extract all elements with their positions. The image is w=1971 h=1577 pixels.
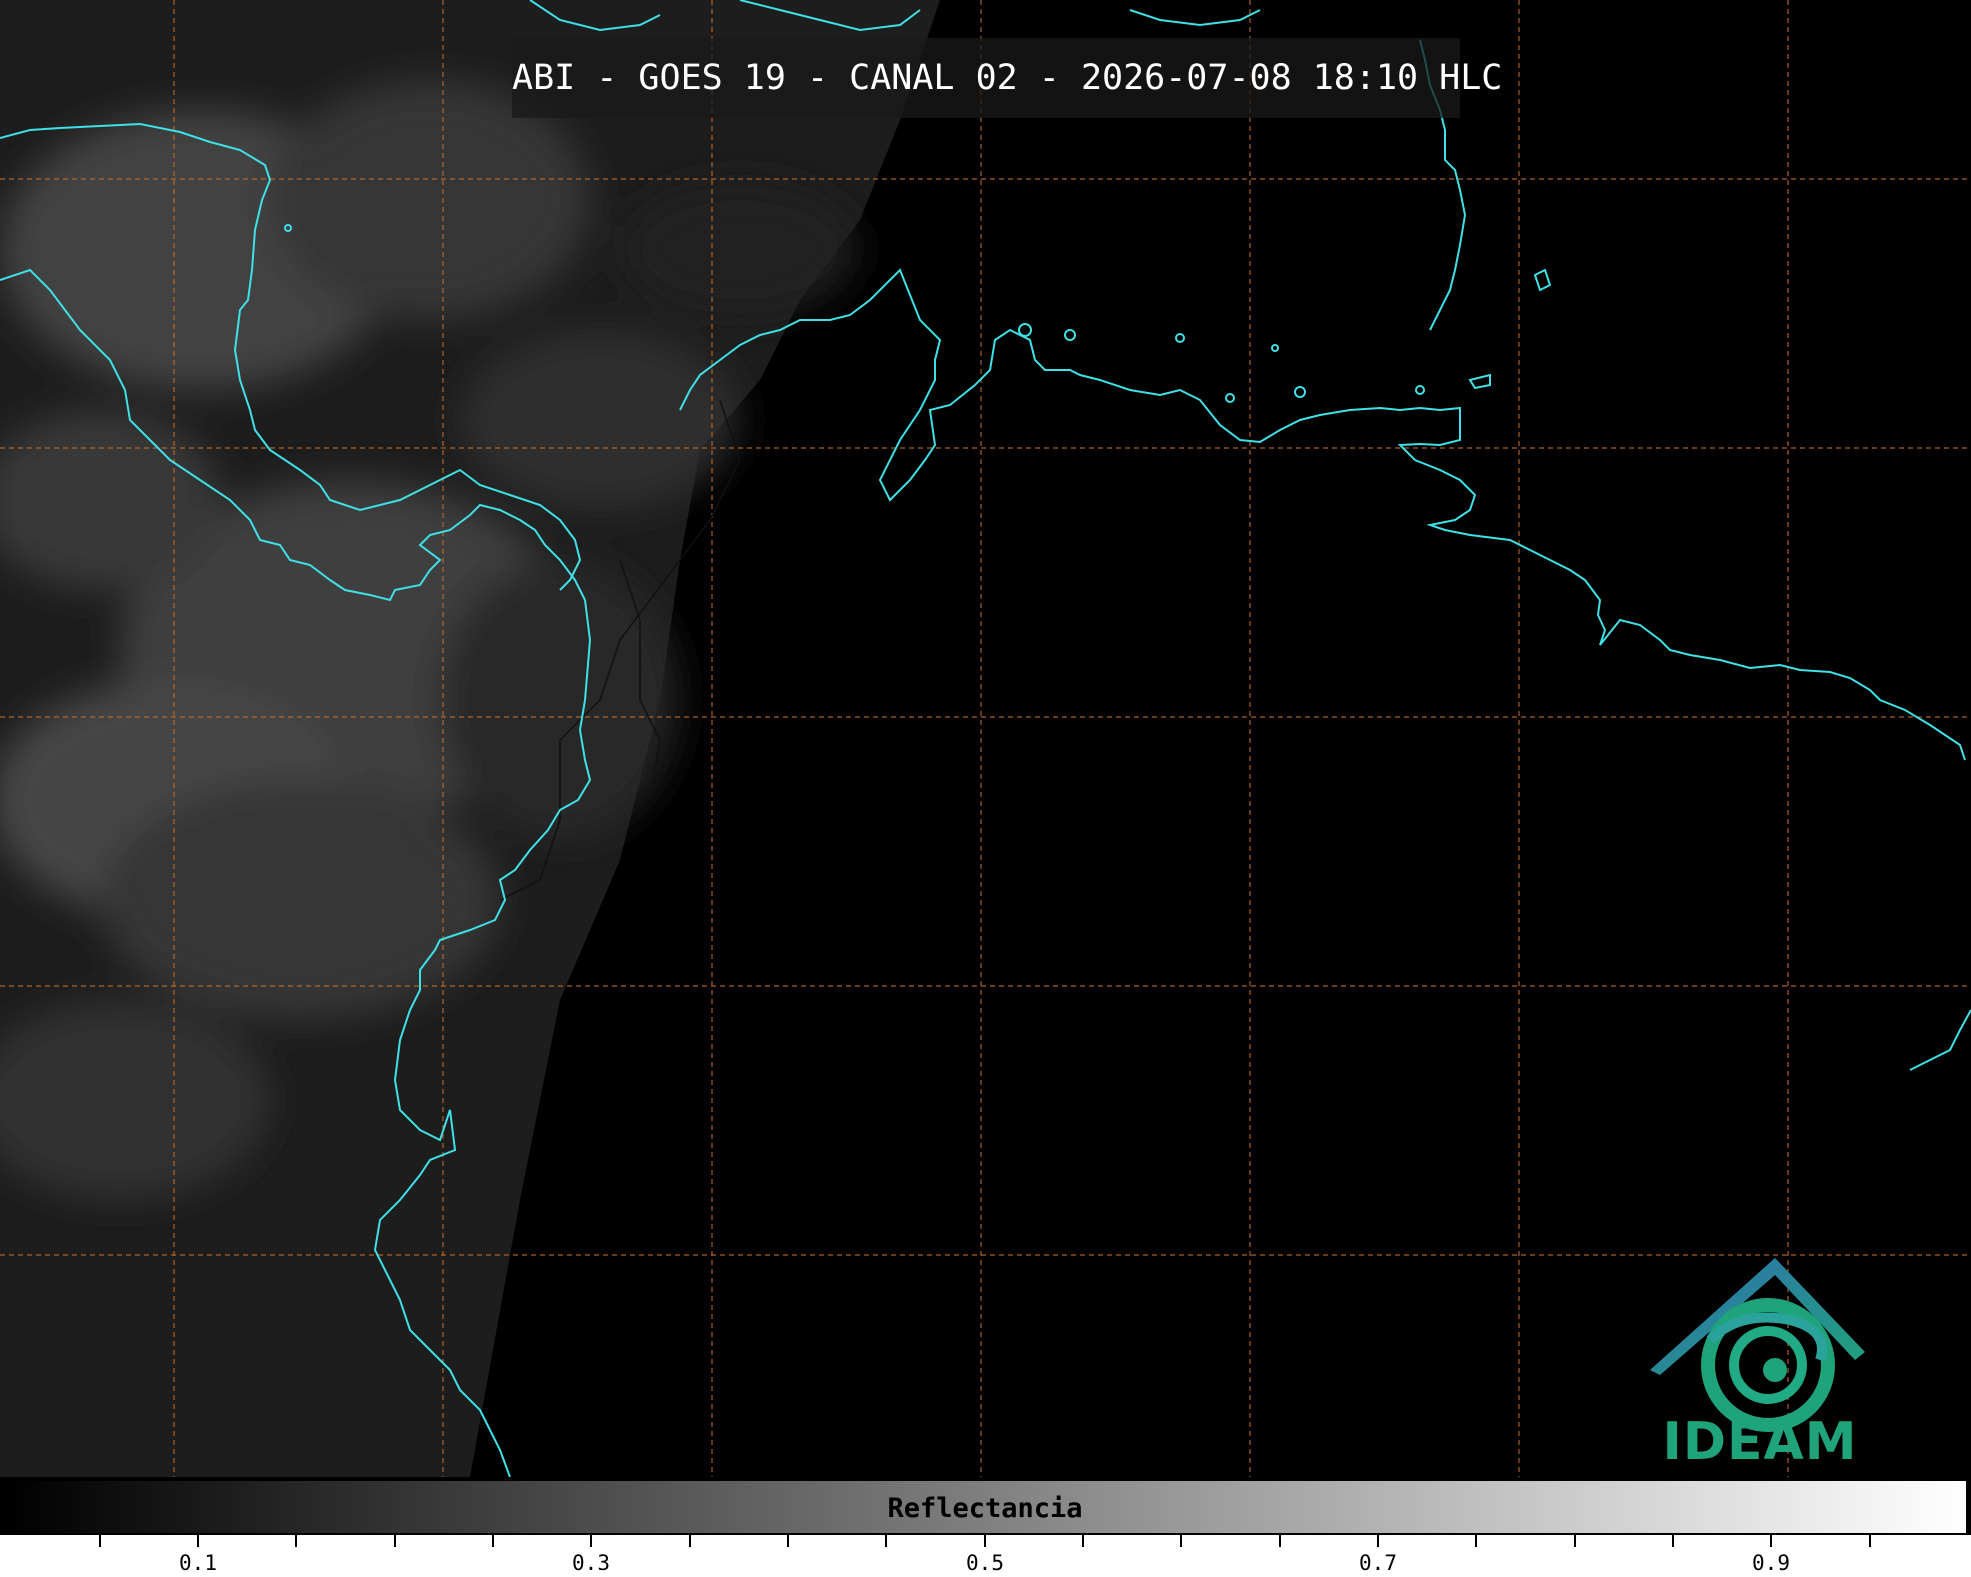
colorbar-minor-tick xyxy=(787,1535,789,1547)
title-banner: ABI - GOES 19 - CANAL 02 - 2026-07-08 18… xyxy=(512,38,1503,118)
colorbar-minor-tick xyxy=(1180,1535,1182,1547)
colorbar-major-tick xyxy=(1770,1535,1772,1547)
colorbar: Reflectancia xyxy=(2,1479,1968,1535)
colorbar-tick-label: 0.7 xyxy=(1359,1551,1397,1575)
colorbar-tick-label: 0.5 xyxy=(966,1551,1004,1575)
colorbar-minor-tick xyxy=(885,1535,887,1547)
colorbar-major-tick xyxy=(590,1535,592,1547)
map-canvas xyxy=(0,0,1971,1477)
colorbar-tick-label: 0.9 xyxy=(1752,1551,1790,1575)
colorbar-axis: 0.1 0.3 0.5 0.7 0.9 xyxy=(0,1535,1971,1577)
ideam-logo-text: IDEAM xyxy=(1662,1412,1858,1472)
colorbar-major-tick xyxy=(1377,1535,1379,1547)
satellite-map[interactable]: ABI - GOES 19 - CANAL 02 - 2026-07-08 18… xyxy=(0,0,1971,1477)
map-title: ABI - GOES 19 - CANAL 02 - 2026-07-08 18… xyxy=(512,58,1503,98)
colorbar-tick-label: 0.3 xyxy=(572,1551,610,1575)
colorbar-minor-tick xyxy=(99,1535,101,1547)
colorbar-label: Reflectancia xyxy=(887,1493,1083,1524)
colorbar-tick-label: 0.1 xyxy=(179,1551,217,1575)
colorbar-minor-tick xyxy=(394,1535,396,1547)
colorbar-minor-tick xyxy=(1082,1535,1084,1547)
colorbar-minor-tick xyxy=(295,1535,297,1547)
colorbar-minor-tick xyxy=(492,1535,494,1547)
colorbar-minor-tick xyxy=(1279,1535,1281,1547)
colorbar-minor-tick xyxy=(1869,1535,1871,1547)
colorbar-minor-tick xyxy=(1574,1535,1576,1547)
colorbar-major-tick xyxy=(984,1535,986,1547)
ideam-logo-icon xyxy=(1650,1258,1865,1432)
colorbar-minor-tick xyxy=(1475,1535,1477,1547)
colorbar-minor-tick xyxy=(1672,1535,1674,1547)
colorbar-major-tick xyxy=(197,1535,199,1547)
colorbar-minor-tick xyxy=(689,1535,691,1547)
